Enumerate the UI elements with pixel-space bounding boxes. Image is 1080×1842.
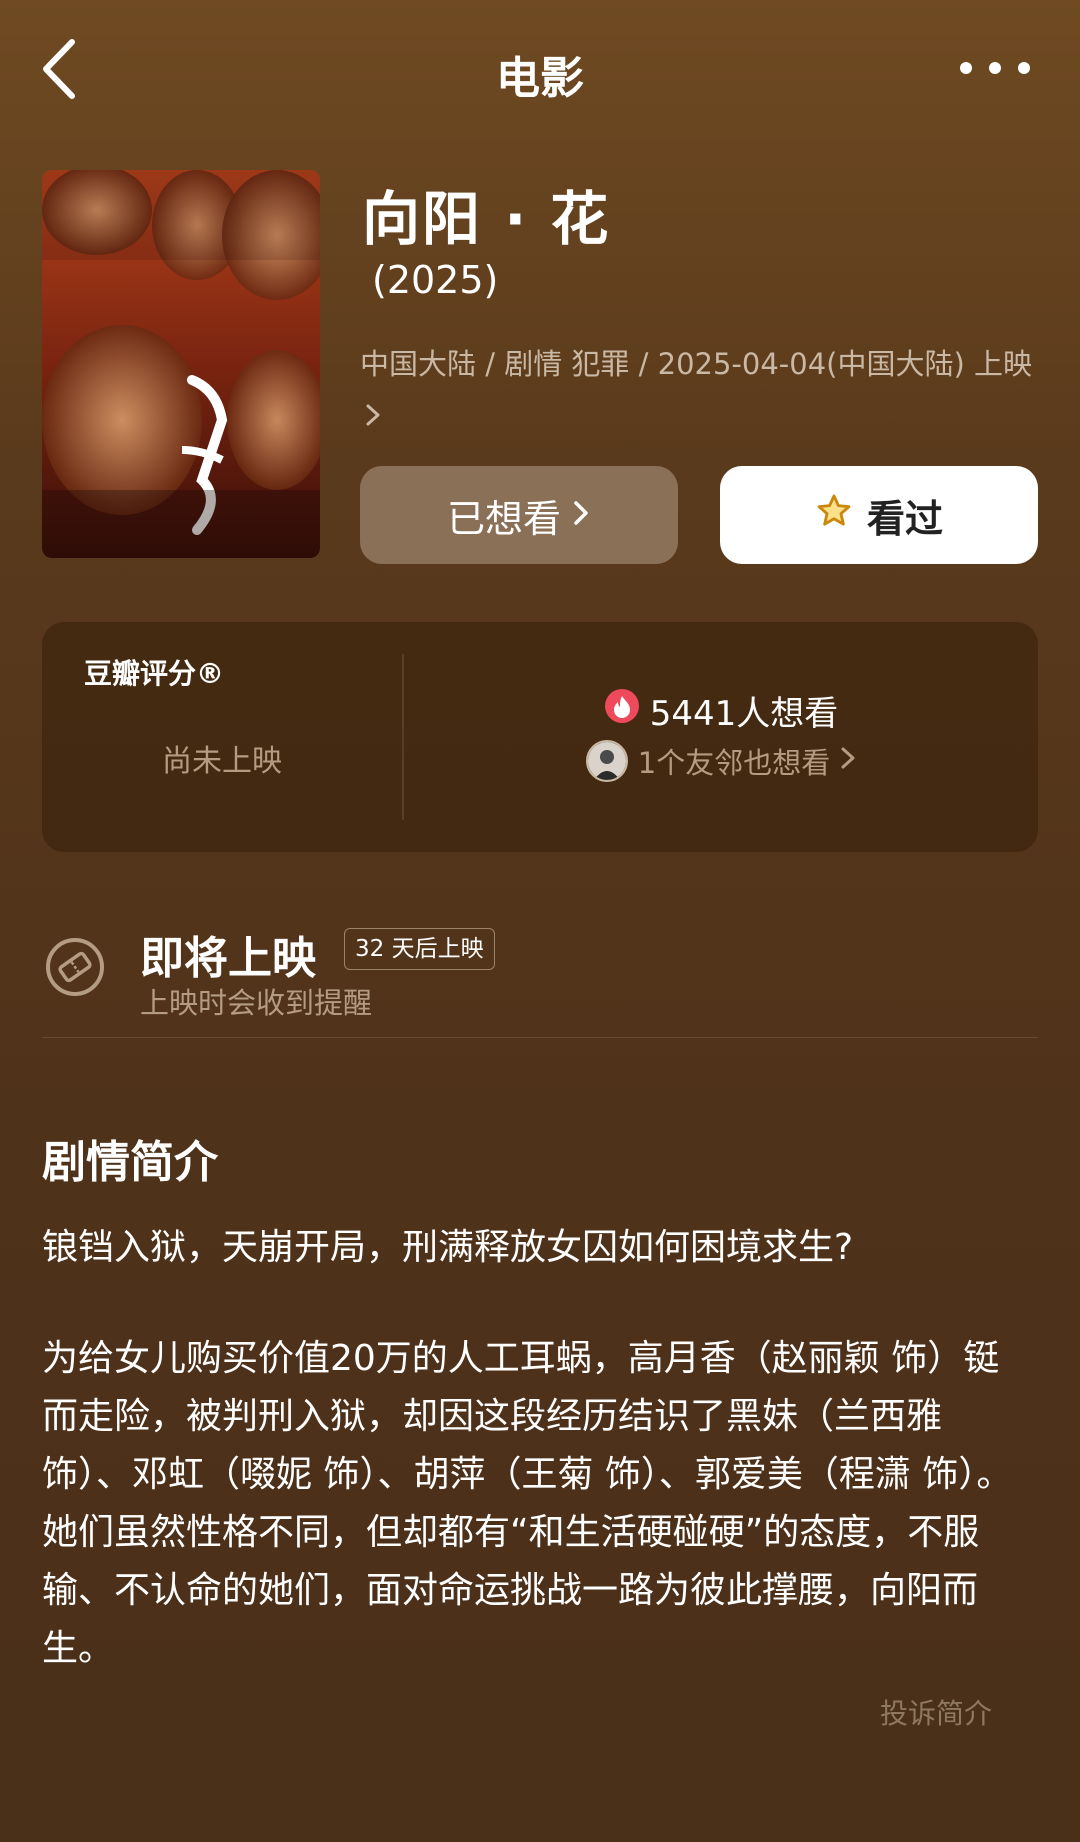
friends-want-text: 1个友邻也想看 <box>637 746 831 780</box>
want-count: 5441人想看 <box>404 686 1038 735</box>
more-dots-icon <box>960 62 972 74</box>
chevron-right-icon <box>840 744 856 778</box>
more-dot <box>989 62 1001 74</box>
movie-meta[interactable]: 中国大陆 / 剧情 犯罪 / 2025-04-04(中国大陆) 上映 <box>360 338 1040 444</box>
fire-icon <box>604 688 640 733</box>
want-button-label: 已想看 <box>446 496 561 541</box>
synopsis-tagline: 锒铛入狱，天崩开局，刑满释放女囚如何困境求生? <box>42 1227 854 1268</box>
want-to-watch-button[interactable]: 已想看 <box>360 466 678 564</box>
synopsis-heading: 剧情简介 <box>42 1137 218 1188</box>
chevron-right-icon <box>364 392 382 444</box>
section-divider <box>42 1037 1038 1038</box>
movie-year: (2025) <box>372 258 499 302</box>
watched-button-label: 看过 <box>866 496 943 541</box>
avatar <box>585 740 628 782</box>
star-outline-icon <box>815 492 853 539</box>
ticket-icon <box>44 936 106 998</box>
rating-status: 尚未上映 <box>162 744 282 779</box>
douban-rating-label: 豆瓣评分® <box>84 657 225 690</box>
release-reminder-text: 上映时会收到提醒 <box>140 986 373 1020</box>
page-title: 电影 <box>496 53 584 104</box>
more-dot <box>1018 62 1030 74</box>
days-until-release-badge: 32 天后上映 <box>344 928 495 970</box>
more-button[interactable] <box>960 50 1030 86</box>
movie-poster-image <box>42 170 320 558</box>
movie-meta-text: 中国大陆 / 剧情 犯罪 / 2025-04-04(中国大陆) 上映 <box>360 347 1033 381</box>
report-synopsis-link[interactable]: 投诉简介 <box>880 1692 992 1732</box>
want-count-text: 5441人想看 <box>649 694 839 734</box>
synopsis-body: 为给女儿购买价值20万的人工耳蜗，高月香（赵丽颖 饰）铤而走险，被判刑入狱，却因… <box>42 1338 1013 1669</box>
coming-soon-title: 即将上映 <box>140 933 316 984</box>
movie-title: 向阳 · 花 <box>362 185 611 253</box>
movie-poster[interactable] <box>42 170 320 558</box>
watched-button[interactable]: 看过 <box>720 466 1038 564</box>
chevron-right-icon <box>571 493 591 537</box>
card-divider <box>402 654 404 820</box>
friends-want-row[interactable]: 1个友邻也想看 <box>404 740 1038 782</box>
